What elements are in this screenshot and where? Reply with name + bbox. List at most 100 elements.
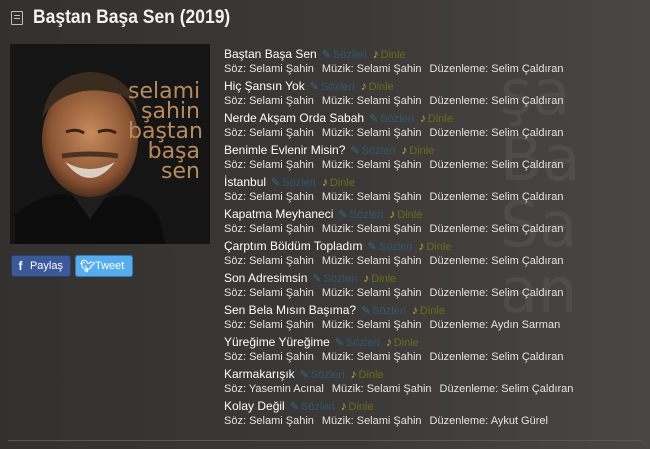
track-credits: Söz: Selami Şahin Müzik: Selami Şahin Düze…: [224, 126, 644, 142]
album-cover: selami şahin baştan başa sen: [10, 44, 210, 244]
track-header: Hiç Şansın Yok ✎ Sözleri ♪ Dinle: [224, 78, 644, 94]
credit-lyricist: Söz: Selami Şahin: [224, 255, 314, 267]
album-icon: [11, 11, 23, 25]
credit-composer: Müzik: Selami Şahin: [321, 223, 422, 235]
track-item: Son Adresimsin ✎ Sözleri ♪ Dinle Söz: Selami …: [224, 270, 644, 302]
credit-composer: Müzik: Selami Şahin: [321, 95, 422, 107]
divider: [8, 440, 642, 441]
listen-link[interactable]: ♪ Dinle: [363, 271, 396, 285]
music-note-icon: ♪: [350, 367, 357, 381]
credit-arranger: Düzenleme: Aydın Sarman: [429, 319, 561, 331]
credit-composer: Müzik: Selami Şahin: [331, 383, 432, 395]
music-note-icon: ♪: [363, 271, 370, 285]
track-credits: Söz: Selami Şahin Müzik: Selami Şahin Düze…: [224, 350, 644, 366]
track-credits: Söz: Selami Şahin Müzik: Selami Şahin Düze…: [224, 414, 644, 430]
listen-link[interactable]: ♪ Dinle: [401, 143, 434, 157]
facebook-icon: f: [18, 259, 23, 273]
credit-composer: Müzik: Selami Şahin: [321, 255, 422, 267]
pen-icon: ✎: [369, 113, 379, 125]
lyrics-link[interactable]: ✎ Sözleri: [310, 81, 355, 93]
lyrics-link[interactable]: ✎ Sözleri: [369, 113, 414, 125]
credit-composer: Müzik: Selami Şahin: [321, 415, 422, 427]
credit-arranger: Düzenleme: Selim Çaldıran: [429, 255, 564, 267]
lyrics-link[interactable]: ✎ Sözleri: [322, 49, 367, 61]
twitter-tweet-button[interactable]: 🐦︎ Tweet: [75, 255, 133, 277]
album-header: Baştan Başa Sen (2019): [0, 0, 650, 38]
track-title[interactable]: Hiç Şansın Yok: [224, 79, 305, 93]
track-title[interactable]: Kolay Değil: [224, 399, 285, 413]
credit-arranger: Düzenleme: Selim Çaldıran: [429, 159, 564, 171]
lyrics-link[interactable]: ✎ Sözleri: [271, 177, 316, 189]
track-item: İstanbul ✎ Sözleri ♪ Dinle Söz: Selami Şahin M…: [224, 174, 644, 206]
lyrics-link[interactable]: ✎ Sözleri: [361, 305, 406, 317]
music-note-icon: ♪: [418, 239, 425, 253]
track-title[interactable]: Sen Bela Mısın Başıma?: [224, 303, 356, 317]
listen-link[interactable]: ♪ Dinle: [419, 111, 453, 125]
credit-composer: Müzik: Selami Şahin: [321, 191, 422, 203]
pen-icon: ✎: [361, 305, 371, 317]
track-credits: Söz: Selami Şahin Müzik: Selami Şahin Düze…: [224, 94, 644, 110]
listen-link[interactable]: ♪ Dinle: [340, 399, 374, 413]
lyrics-link[interactable]: ✎ Sözleri: [350, 145, 395, 157]
lyrics-link[interactable]: ✎ Sözleri: [338, 209, 383, 221]
track-header: Kolay Değil ✎ Sözleri ♪ Dinle: [224, 398, 644, 414]
track-item: Hiç Şansın Yok ✎ Sözleri ♪ Dinle Söz: Selami …: [224, 78, 644, 110]
twitter-icon: 🐦︎: [80, 259, 96, 273]
track-title[interactable]: Son Adresimsin: [224, 271, 307, 285]
track-credits: Söz: Selami Şahin Müzik: Selami Şahin Düze…: [224, 62, 644, 78]
track-credits: Söz: Selami Şahin Müzik: Selami Şahin Düze…: [224, 222, 644, 238]
listen-link[interactable]: ♪ Dinle: [385, 335, 419, 349]
track-title[interactable]: Yüreğime Yüreğime: [224, 335, 330, 349]
facebook-share-button[interactable]: f Paylaş: [11, 255, 71, 277]
track-title[interactable]: Benimle Evlenir Misin?: [224, 143, 345, 157]
lyrics-link[interactable]: ✎ Sözleri: [312, 273, 357, 285]
music-note-icon: ♪: [419, 111, 426, 125]
track-title[interactable]: Baştan Başa Sen: [224, 47, 317, 61]
track-title[interactable]: Karmakarışık: [224, 367, 295, 381]
music-note-icon: ♪: [360, 79, 367, 93]
track-item: Sen Bela Mısın Başıma? ✎ Sözleri ♪ Dinle Söz:…: [224, 302, 644, 334]
music-note-icon: ♪: [389, 207, 396, 221]
listen-link[interactable]: ♪ Dinle: [418, 239, 451, 253]
listen-link[interactable]: ♪ Dinle: [412, 303, 445, 317]
lyrics-link[interactable]: ✎ Sözleri: [300, 369, 345, 381]
listen-link[interactable]: ♪ Dinle: [373, 47, 406, 61]
track-header: Yüreğime Yüreğime ✎ Sözleri ♪ Dinle: [224, 334, 644, 350]
track-item: Baştan Başa Sen ✎ Sözleri ♪ Dinle Söz: Selami…: [224, 46, 644, 78]
listen-link[interactable]: ♪ Dinle: [389, 207, 422, 221]
track-credits: Söz: Selami Şahin Müzik: Selami Şahin Düze…: [224, 318, 644, 334]
track-header: Çarptım Böldüm Topladım ✎ Sözleri ♪ Dinle: [224, 238, 644, 254]
credit-lyricist: Söz: Selami Şahin: [224, 95, 314, 107]
listen-link[interactable]: ♪ Dinle: [360, 79, 394, 93]
music-note-icon: ♪: [385, 335, 392, 349]
credit-lyricist: Söz: Selami Şahin: [224, 159, 314, 171]
credit-arranger: Düzenleme: Selim Çaldıran: [429, 95, 564, 107]
credit-composer: Müzik: Selami Şahin: [321, 127, 422, 139]
pen-icon: ✎: [289, 401, 299, 413]
credit-arranger: Düzenleme: Selim Çaldıran: [429, 191, 564, 203]
track-title[interactable]: İstanbul: [224, 175, 266, 189]
listen-link[interactable]: ♪ Dinle: [350, 367, 384, 381]
track-item: Benimle Evlenir Misin? ✎ Sözleri ♪ Dinle Söz:…: [224, 142, 644, 174]
credit-lyricist: Söz: Selami Şahin: [224, 63, 314, 75]
credit-arranger: Düzenleme: Selim Çaldıran: [429, 223, 564, 235]
track-header: Sen Bela Mısın Başıma? ✎ Sözleri ♪ Dinle: [224, 302, 644, 318]
credit-lyricist: Söz: Yasemin Acınal: [224, 383, 324, 395]
pen-icon: ✎: [299, 369, 309, 381]
credit-lyricist: Söz: Selami Şahin: [224, 127, 314, 139]
credit-composer: Müzik: Selami Şahin: [321, 319, 422, 331]
credit-lyricist: Söz: Selami Şahin: [224, 223, 314, 235]
track-title[interactable]: Nerde Akşam Orda Sabah: [224, 111, 364, 125]
pen-icon: ✎: [334, 337, 345, 349]
music-note-icon: ♪: [340, 399, 347, 413]
lyrics-link[interactable]: ✎ Sözleri: [368, 241, 413, 253]
lyrics-link[interactable]: ✎ Sözleri: [290, 401, 335, 413]
credit-lyricist: Söz: Selami Şahin: [224, 319, 314, 331]
track-item: Karmakarışık ✎ Sözleri ♪ Dinle Söz: Yasemin A…: [224, 366, 644, 398]
track-title[interactable]: Kapatma Meyhaneci: [224, 207, 333, 221]
lyrics-link[interactable]: ✎ Sözleri: [335, 337, 380, 349]
listen-link[interactable]: ♪ Dinle: [322, 175, 355, 189]
track-header: Karmakarışık ✎ Sözleri ♪ Dinle: [224, 366, 644, 382]
track-title[interactable]: Çarptım Böldüm Topladım: [224, 239, 363, 253]
credit-arranger: Düzenleme: Selim Çaldıran: [429, 287, 564, 299]
